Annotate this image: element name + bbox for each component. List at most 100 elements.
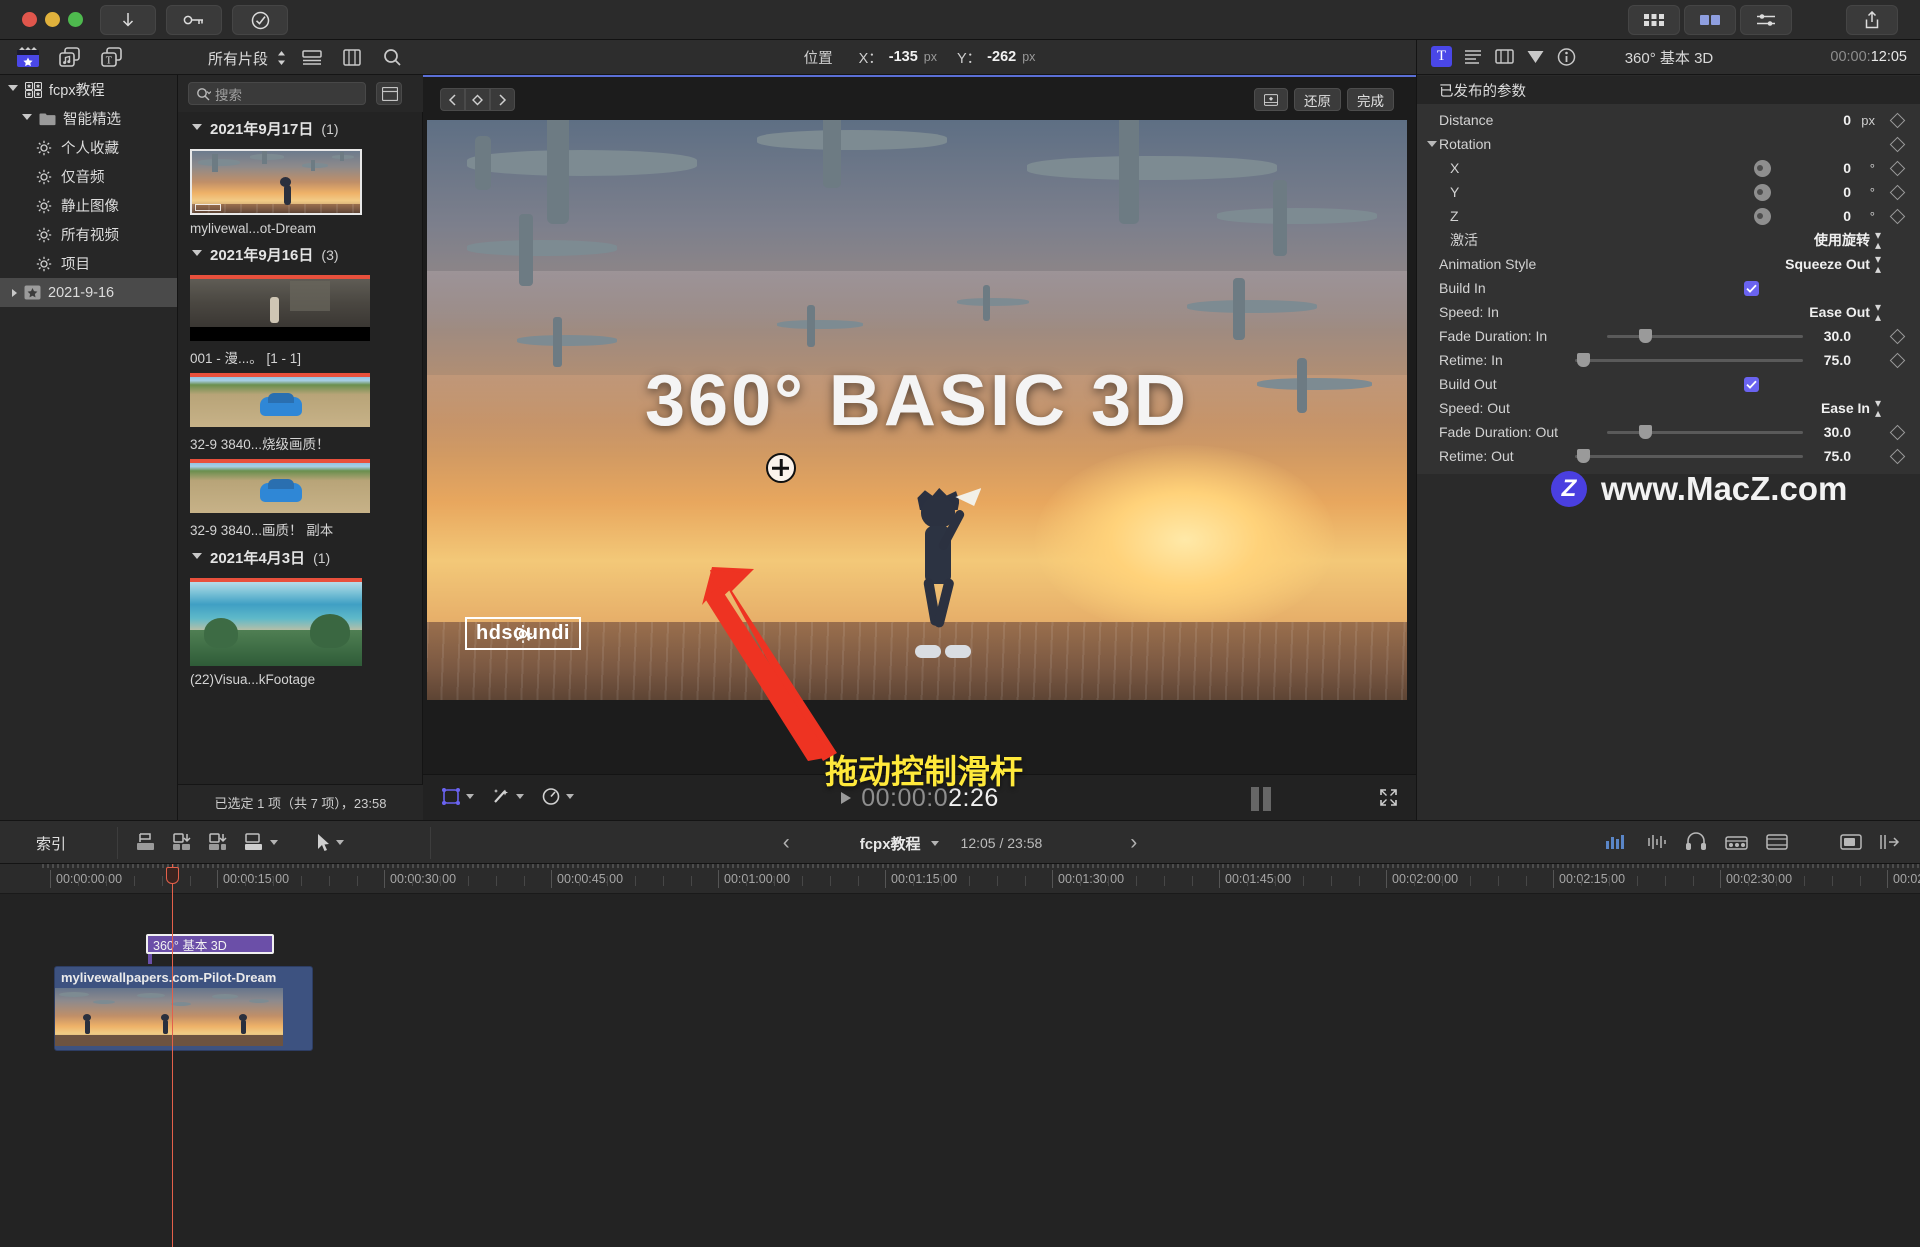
rotation-dial[interactable] xyxy=(1754,159,1771,177)
timeline-title-clip[interactable]: 360° 基本 3D xyxy=(146,934,274,954)
check-button[interactable] xyxy=(232,5,288,35)
keyframe-diamond-icon[interactable] xyxy=(1889,328,1906,344)
fullscreen-button[interactable] xyxy=(1379,788,1398,812)
param-value[interactable]: 0 xyxy=(1843,112,1851,128)
param-value[interactable]: 0 xyxy=(1843,208,1851,224)
fade-in-slider-knob[interactable] xyxy=(1639,329,1652,343)
all-clips-stepper[interactable] xyxy=(277,49,286,67)
list-item[interactable] xyxy=(178,455,423,513)
keyframe-diamond-icon[interactable] xyxy=(1889,136,1906,152)
disclosure-triangle-icon[interactable] xyxy=(22,113,32,124)
tab-generator[interactable] xyxy=(1526,48,1545,65)
split-view-button[interactable] xyxy=(1684,5,1736,35)
list-item[interactable] xyxy=(178,271,423,341)
play-icon[interactable] xyxy=(840,791,852,805)
retime-out-slider-track[interactable] xyxy=(1575,455,1803,458)
tab-video[interactable] xyxy=(1495,48,1514,65)
list-item[interactable] xyxy=(178,145,423,215)
position-x-value[interactable]: -135 xyxy=(889,49,918,65)
disclosure-triangle-icon[interactable] xyxy=(192,552,202,563)
list-item[interactable] xyxy=(178,574,423,666)
previous-keyframe-button[interactable] xyxy=(440,88,465,111)
clip-thumbnail[interactable] xyxy=(190,459,370,513)
done-button[interactable]: 完成 xyxy=(1347,88,1394,111)
sidebar-item-favorites[interactable]: 个人收藏 xyxy=(0,133,177,162)
keyframe-diamond-icon[interactable] xyxy=(1889,184,1906,200)
sidebar-item-projects[interactable]: 项目 xyxy=(0,249,177,278)
split-icon[interactable] xyxy=(1840,833,1862,851)
param-value[interactable]: 0 xyxy=(1843,160,1851,176)
clip-group-header[interactable]: 2021年9月16日 (3) xyxy=(178,238,423,271)
search-input[interactable]: 搜索 xyxy=(188,82,366,105)
fade-out-slider-track[interactable] xyxy=(1607,431,1803,434)
playhead-handle[interactable] xyxy=(166,867,179,884)
build-out-checkbox[interactable] xyxy=(1744,376,1759,392)
rotation-dial[interactable] xyxy=(1754,207,1771,225)
param-row-build-out[interactable]: Build Out xyxy=(1417,372,1920,396)
param-value[interactable]: 75.0 xyxy=(1824,352,1851,368)
param-popup[interactable]: Ease Out ▾ ▴ xyxy=(1809,301,1881,323)
timeline-project-name[interactable]: fcpx教程 xyxy=(860,833,921,854)
headphone-icon[interactable] xyxy=(1685,832,1707,851)
param-row-retime-out[interactable]: Retime: Out 75.0 xyxy=(1417,444,1920,468)
param-row-retime-in[interactable]: Retime: In 75.0 xyxy=(1417,348,1920,372)
minimize-window-button[interactable] xyxy=(45,12,60,27)
next-project-button[interactable]: › xyxy=(1130,831,1137,855)
param-row-animation-style[interactable]: Animation Style Squeeze Out ▾ ▴ xyxy=(1417,252,1920,276)
chevron-down-icon[interactable] xyxy=(930,840,939,846)
waveform-icon[interactable] xyxy=(1645,833,1667,851)
param-row-fade-duration-out[interactable]: Fade Duration: Out 30.0 xyxy=(1417,420,1920,444)
grid-view-button[interactable] xyxy=(1628,5,1680,35)
clip-thumbnail[interactable] xyxy=(190,149,362,215)
timeline-ruler[interactable]: 00:00:00:00 00:00:15:00 00:00:30:00 00:0… xyxy=(0,864,1920,894)
keyframe-toggle-button[interactable] xyxy=(1254,88,1288,111)
fade-in-slider-track[interactable] xyxy=(1607,335,1803,338)
param-row-speed-in[interactable]: Speed: In Ease Out ▾ ▴ xyxy=(1417,300,1920,324)
clip-thumbnail[interactable] xyxy=(190,373,370,427)
clip-thumbnail[interactable] xyxy=(190,275,370,341)
param-row-rotation-z[interactable]: Z 0 ° xyxy=(1417,204,1920,228)
param-popup[interactable]: 使用旋转 ▾ ▴ xyxy=(1814,229,1881,251)
param-row-rotation-x[interactable]: X 0 ° xyxy=(1417,156,1920,180)
effects-browser-icon[interactable] xyxy=(1725,833,1748,851)
build-in-checkbox[interactable] xyxy=(1744,280,1759,296)
sidebar-item-event-2021-9-16[interactable]: 2021-9-16 xyxy=(0,278,177,307)
keyframe-diamond-icon[interactable] xyxy=(1889,112,1906,128)
previous-project-button[interactable]: ‹ xyxy=(783,831,790,855)
maximize-window-button[interactable] xyxy=(68,12,83,27)
param-value[interactable]: 0 xyxy=(1843,184,1851,200)
sidebar-library-root[interactable]: fcpx教程 xyxy=(0,75,177,104)
fade-out-slider-knob[interactable] xyxy=(1639,425,1652,439)
keychain-button[interactable] xyxy=(166,5,222,35)
param-row-fade-duration-in[interactable]: Fade Duration: In 30.0 xyxy=(1417,324,1920,348)
library-icon[interactable] xyxy=(16,46,40,69)
clip-thumbnail[interactable] xyxy=(190,578,362,666)
param-row-rotation-y[interactable]: Y 0 ° xyxy=(1417,180,1920,204)
audio-meters-icon[interactable] xyxy=(1605,833,1627,851)
tab-text[interactable]: T xyxy=(1431,46,1452,67)
rotation-dial[interactable] xyxy=(1754,183,1771,201)
tab-info[interactable] xyxy=(1557,47,1576,66)
list-view-icon[interactable] xyxy=(300,46,324,69)
revert-button[interactable]: 还原 xyxy=(1294,88,1341,111)
param-value[interactable]: 30.0 xyxy=(1824,328,1851,344)
param-row-speed-out[interactable]: Speed: Out Ease In ▾ ▴ xyxy=(1417,396,1920,420)
sidebar-item-all-video[interactable]: 所有视频 xyxy=(0,220,177,249)
clip-list[interactable]: 2021年9月17日 (1) mylivewal...ot-Dream 2021… xyxy=(178,112,423,784)
timeline-panel[interactable]: 00:00:00:00 00:00:15:00 00:00:30:00 00:0… xyxy=(0,864,1920,1247)
keyframe-diamond-icon[interactable] xyxy=(1889,424,1906,440)
keyframe-diamond-icon[interactable] xyxy=(1889,160,1906,176)
param-value[interactable]: 75.0 xyxy=(1824,448,1851,464)
disclosure-triangle-icon[interactable] xyxy=(192,249,202,260)
all-clips-label[interactable]: 所有片段 xyxy=(208,48,268,69)
close-icon[interactable] xyxy=(1880,833,1900,851)
param-popup[interactable]: Squeeze Out ▾ ▴ xyxy=(1785,253,1881,275)
titles-browser-icon[interactable] xyxy=(1766,833,1788,851)
video-canvas[interactable]: 360° BASIC 3D hdsoundi xyxy=(427,120,1407,700)
adjust-button[interactable] xyxy=(1740,5,1792,35)
onskin-handle[interactable] xyxy=(766,453,796,483)
timeline-video-clip[interactable]: mylivewallpapers.com-Pilot-Dream xyxy=(54,966,313,1051)
keyframe-diamond-icon[interactable] xyxy=(1889,352,1906,368)
media-browser-icon[interactable] xyxy=(58,46,82,69)
download-button[interactable] xyxy=(100,5,156,35)
